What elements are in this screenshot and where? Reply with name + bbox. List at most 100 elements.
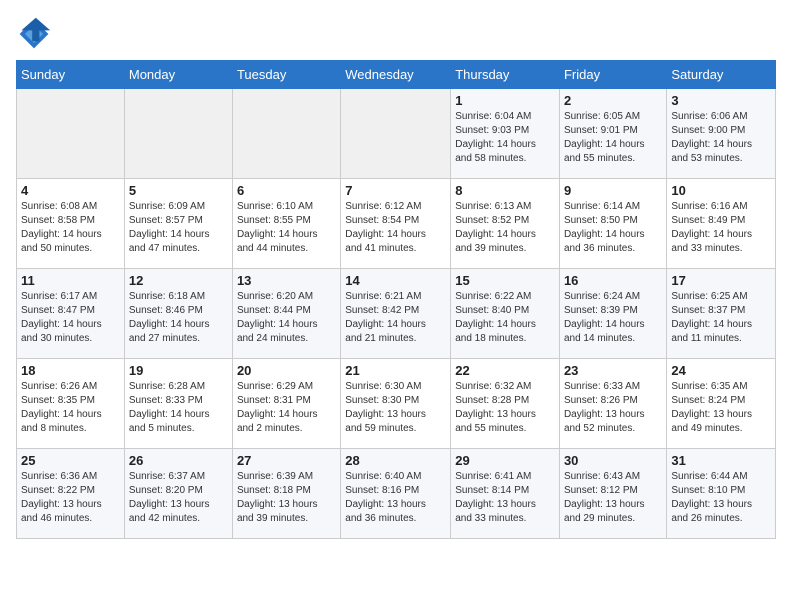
day-info: Sunrise: 6:18 AM Sunset: 8:46 PM Dayligh… (129, 290, 228, 346)
day-info: Sunrise: 6:37 AM Sunset: 8:20 PM Dayligh… (129, 470, 228, 526)
calendar-cell (17, 89, 125, 179)
day-info: Sunrise: 6:32 AM Sunset: 8:28 PM Dayligh… (455, 380, 555, 436)
calendar-header-row: SundayMondayTuesdayWednesdayThursdayFrid… (17, 61, 776, 89)
day-info: Sunrise: 6:36 AM Sunset: 8:22 PM Dayligh… (21, 470, 120, 526)
calendar-cell: 15 Sunrise: 6:22 AM Sunset: 8:40 PM Dayli… (451, 269, 560, 359)
day-number: 17 (671, 273, 771, 288)
day-number: 30 (564, 453, 662, 468)
calendar-week-row: 11Sunrise: 6:17 AM Sunset: 8:47 PM Dayli… (17, 269, 776, 359)
calendar-cell: 2 Sunrise: 6:05 AM Sunset: 9:01 PM Daylig… (559, 89, 666, 179)
day-number: 25 (21, 453, 120, 468)
day-header-monday: Monday (124, 61, 232, 89)
day-number: 28 (345, 453, 446, 468)
day-info: Sunrise: 6:33 AM Sunset: 8:26 PM Dayligh… (564, 380, 662, 436)
day-info: Sunrise: 6:21 AM Sunset: 8:42 PM Dayligh… (345, 290, 446, 346)
day-info: Sunrise: 6:16 AM Sunset: 8:49 PM Dayligh… (671, 200, 771, 256)
day-number: 6 (237, 183, 336, 198)
day-number: 21 (345, 363, 446, 378)
day-number: 26 (129, 453, 228, 468)
day-number: 14 (345, 273, 446, 288)
day-info: Sunrise: 6:20 AM Sunset: 8:44 PM Dayligh… (237, 290, 336, 346)
day-info: Sunrise: 6:43 AM Sunset: 8:12 PM Dayligh… (564, 470, 662, 526)
calendar-week-row: 4 Sunrise: 6:08 AM Sunset: 8:58 PM Daylig… (17, 179, 776, 269)
day-number: 2 (564, 93, 662, 108)
day-info: Sunrise: 6:40 AM Sunset: 8:16 PM Dayligh… (345, 470, 446, 526)
calendar-cell: 17 Sunrise: 6:25 AM Sunset: 8:37 PM Dayli… (667, 269, 776, 359)
calendar-cell (232, 89, 340, 179)
calendar-cell (341, 89, 451, 179)
day-number: 7 (345, 183, 446, 198)
day-header-thursday: Thursday (451, 61, 560, 89)
day-info: Sunrise: 6:39 AM Sunset: 8:18 PM Dayligh… (237, 470, 336, 526)
day-info: Sunrise: 6:22 AM Sunset: 8:40 PM Dayligh… (455, 290, 555, 346)
day-info: Sunrise: 6:06 AM Sunset: 9:00 PM Dayligh… (671, 110, 771, 166)
calendar-cell: 25 Sunrise: 6:36 AM Sunset: 8:22 PM Dayli… (17, 449, 125, 539)
day-number: 24 (671, 363, 771, 378)
day-header-tuesday: Tuesday (232, 61, 340, 89)
calendar-cell: 20 Sunrise: 6:29 AM Sunset: 8:31 PM Dayli… (232, 359, 340, 449)
calendar-table: SundayMondayTuesdayWednesdayThursdayFrid… (16, 60, 776, 539)
day-info: Sunrise: 6:08 AM Sunset: 8:58 PM Dayligh… (21, 200, 120, 256)
day-number: 31 (671, 453, 771, 468)
day-number: 4 (21, 183, 120, 198)
calendar-cell: 27 Sunrise: 6:39 AM Sunset: 8:18 PM Dayli… (232, 449, 340, 539)
calendar-cell: 6Sunrise: 6:10 AM Sunset: 8:55 PM Daylig… (232, 179, 340, 269)
calendar-cell: 31Sunrise: 6:44 AM Sunset: 8:10 PM Dayli… (667, 449, 776, 539)
day-header-sunday: Sunday (17, 61, 125, 89)
day-info: Sunrise: 6:29 AM Sunset: 8:31 PM Dayligh… (237, 380, 336, 436)
calendar-cell: 30 Sunrise: 6:43 AM Sunset: 8:12 PM Dayli… (559, 449, 666, 539)
day-number: 5 (129, 183, 228, 198)
day-number: 20 (237, 363, 336, 378)
day-header-saturday: Saturday (667, 61, 776, 89)
day-info: Sunrise: 6:30 AM Sunset: 8:30 PM Dayligh… (345, 380, 446, 436)
day-info: Sunrise: 6:13 AM Sunset: 8:52 PM Dayligh… (455, 200, 555, 256)
calendar-cell: 1 Sunrise: 6:04 AM Sunset: 9:03 PM Daylig… (451, 89, 560, 179)
calendar-cell: 26 Sunrise: 6:37 AM Sunset: 8:20 PM Dayli… (124, 449, 232, 539)
calendar-cell: 28 Sunrise: 6:40 AM Sunset: 8:16 PM Dayli… (341, 449, 451, 539)
day-number: 16 (564, 273, 662, 288)
day-info: Sunrise: 6:17 AM Sunset: 8:47 PM Dayligh… (21, 290, 120, 346)
day-number: 10 (671, 183, 771, 198)
day-info: Sunrise: 6:24 AM Sunset: 8:39 PM Dayligh… (564, 290, 662, 346)
calendar-cell: 16 Sunrise: 6:24 AM Sunset: 8:39 PM Dayli… (559, 269, 666, 359)
day-info: Sunrise: 6:14 AM Sunset: 8:50 PM Dayligh… (564, 200, 662, 256)
day-info: Sunrise: 6:05 AM Sunset: 9:01 PM Dayligh… (564, 110, 662, 166)
calendar-cell: 4 Sunrise: 6:08 AM Sunset: 8:58 PM Daylig… (17, 179, 125, 269)
day-number: 22 (455, 363, 555, 378)
day-info: Sunrise: 6:41 AM Sunset: 8:14 PM Dayligh… (455, 470, 555, 526)
calendar-cell: 13 Sunrise: 6:20 AM Sunset: 8:44 PM Dayli… (232, 269, 340, 359)
calendar-week-row: 18 Sunrise: 6:26 AM Sunset: 8:35 PM Dayli… (17, 359, 776, 449)
calendar-cell (124, 89, 232, 179)
day-info: Sunrise: 6:28 AM Sunset: 8:33 PM Dayligh… (129, 380, 228, 436)
calendar-cell: 24Sunrise: 6:35 AM Sunset: 8:24 PM Dayli… (667, 359, 776, 449)
calendar-cell: 21 Sunrise: 6:30 AM Sunset: 8:30 PM Dayli… (341, 359, 451, 449)
calendar-cell: 14 Sunrise: 6:21 AM Sunset: 8:42 PM Dayli… (341, 269, 451, 359)
day-info: Sunrise: 6:26 AM Sunset: 8:35 PM Dayligh… (21, 380, 120, 436)
day-number: 12 (129, 273, 228, 288)
calendar-cell: 29 Sunrise: 6:41 AM Sunset: 8:14 PM Dayli… (451, 449, 560, 539)
day-number: 1 (455, 93, 555, 108)
logo-icon (16, 16, 52, 52)
day-number: 13 (237, 273, 336, 288)
day-number: 23 (564, 363, 662, 378)
calendar-cell: 3Sunrise: 6:06 AM Sunset: 9:00 PM Daylig… (667, 89, 776, 179)
day-info: Sunrise: 6:04 AM Sunset: 9:03 PM Dayligh… (455, 110, 555, 166)
day-number: 19 (129, 363, 228, 378)
calendar-cell: 23 Sunrise: 6:33 AM Sunset: 8:26 PM Dayli… (559, 359, 666, 449)
page-header (16, 16, 776, 52)
day-number: 27 (237, 453, 336, 468)
calendar-cell: 11Sunrise: 6:17 AM Sunset: 8:47 PM Dayli… (17, 269, 125, 359)
day-info: Sunrise: 6:25 AM Sunset: 8:37 PM Dayligh… (671, 290, 771, 346)
logo (16, 16, 56, 52)
calendar-cell: 22 Sunrise: 6:32 AM Sunset: 8:28 PM Dayli… (451, 359, 560, 449)
calendar-week-row: 25 Sunrise: 6:36 AM Sunset: 8:22 PM Dayli… (17, 449, 776, 539)
day-number: 18 (21, 363, 120, 378)
day-number: 15 (455, 273, 555, 288)
day-number: 29 (455, 453, 555, 468)
day-header-wednesday: Wednesday (341, 61, 451, 89)
calendar-week-row: 1 Sunrise: 6:04 AM Sunset: 9:03 PM Daylig… (17, 89, 776, 179)
calendar-cell: 7Sunrise: 6:12 AM Sunset: 8:54 PM Daylig… (341, 179, 451, 269)
day-number: 9 (564, 183, 662, 198)
calendar-cell: 19 Sunrise: 6:28 AM Sunset: 8:33 PM Dayli… (124, 359, 232, 449)
calendar-cell: 12 Sunrise: 6:18 AM Sunset: 8:46 PM Dayli… (124, 269, 232, 359)
